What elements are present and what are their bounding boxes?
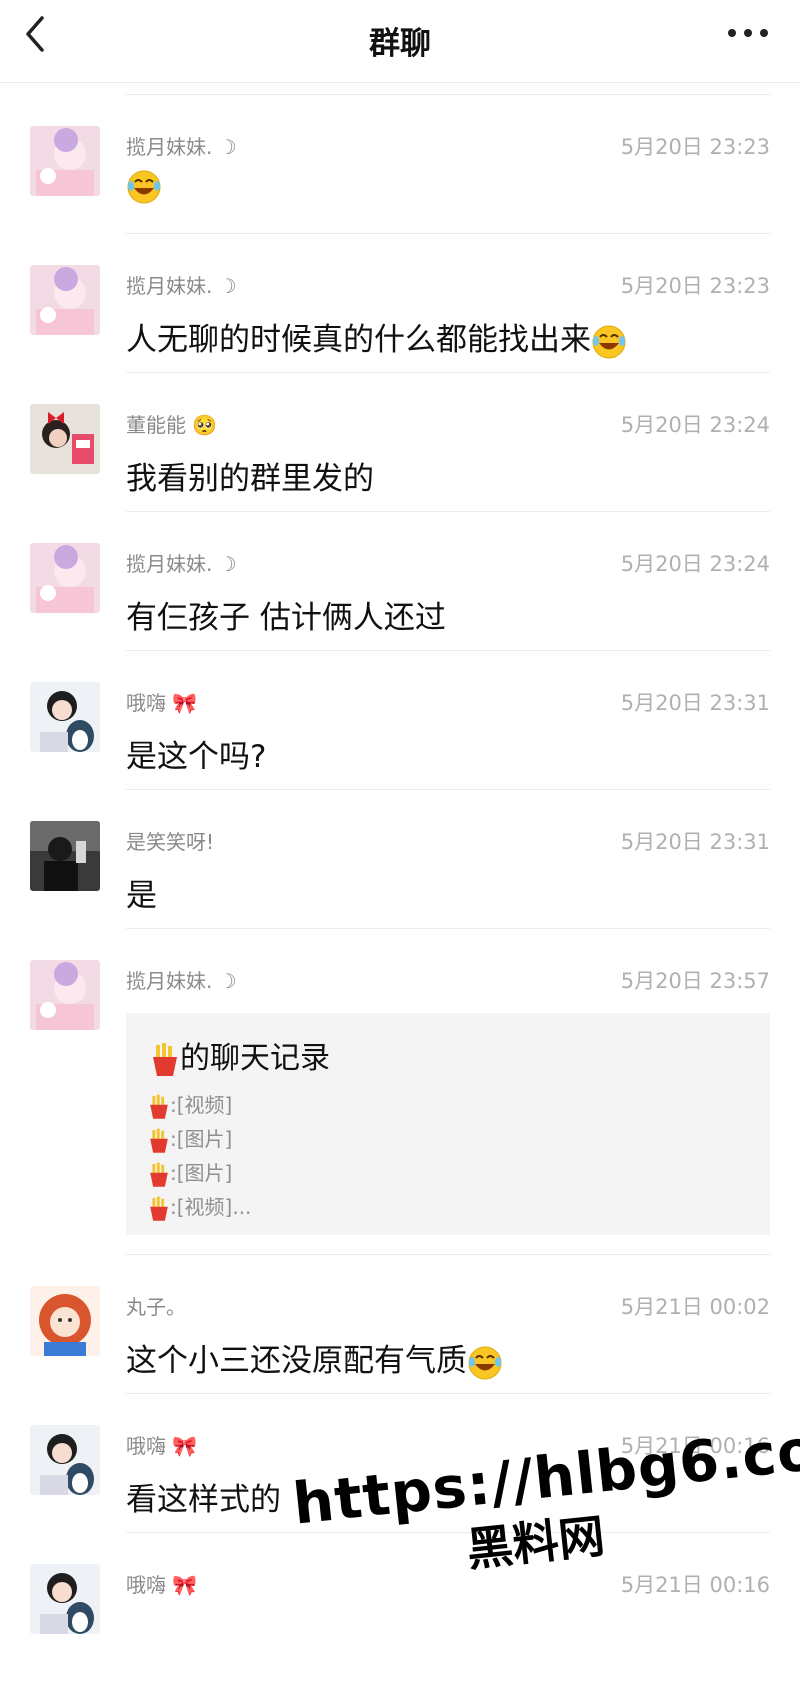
dark-photo-avatar[interactable] [30, 821, 100, 891]
chat-history-line: :[视频] [148, 1089, 232, 1120]
fries-icon [153, 1042, 177, 1076]
chat-history-line: :[图片] [148, 1123, 232, 1154]
fries-icon [150, 1094, 168, 1119]
message-text: 人无聊的时候真的什么都能找出来 [126, 314, 627, 360]
more-options-icon[interactable] [724, 18, 774, 48]
message-text: 看这样式的 [126, 1482, 281, 1518]
message-time: 5月20日 23:31 [620, 691, 770, 715]
message-item: 董能能 🥺 5月20日 23:24 我看别的群里发的 [30, 372, 770, 511]
girl-with-penguin-avatar[interactable] [30, 682, 100, 752]
chat-history-line: :[视频]... [148, 1191, 251, 1222]
message-time: 5月20日 23:31 [620, 830, 770, 854]
sender-name: 揽月妹妹. ☽ [126, 969, 237, 993]
message-time: 5月20日 23:24 [620, 413, 770, 437]
girl-with-penguin-avatar[interactable] [30, 1425, 100, 1495]
sender-name: 丸子。 [126, 1295, 186, 1319]
message-time: 5月20日 23:23 [620, 135, 770, 159]
sender-name: 是笑笑呀! [126, 830, 215, 854]
message-text: 这个小三还没原配有气质 [126, 1335, 503, 1381]
moon-icon: ☽ [212, 969, 237, 993]
message-item: 丸子。 5月21日 00:02 这个小三还没原配有气质 [30, 1254, 770, 1393]
message-time: 5月20日 23:24 [620, 552, 770, 576]
chat-history-line: :[图片] [148, 1157, 232, 1188]
sender-name: 哦嗨 🎀 [126, 1573, 198, 1597]
message-text: 是这个吗? [126, 739, 267, 775]
sender-name: 哦嗨 🎀 [126, 691, 198, 715]
laughing-emoji-icon [126, 167, 162, 205]
cute-emoji-icon: 🥺 [186, 413, 218, 437]
message-item: 揽月妹妹. ☽ 5月20日 23:24 有仨孩子 估计俩人还过 [30, 511, 770, 650]
sender-name: 董能能 🥺 [126, 413, 218, 437]
message-item: 揽月妹妹. ☽ 5月20日 23:23 [30, 94, 770, 233]
message-list: 揽月妹妹. ☽ 5月20日 23:23 揽月妹妹. ☽ 5月20日 23:23 … [0, 94, 800, 1634]
pink-bow-icon: 🎀 [166, 1573, 198, 1597]
girl-with-penguin-avatar[interactable] [30, 1564, 100, 1634]
laughing-emoji-icon [468, 1346, 502, 1379]
message-item: 是笑笑呀! 5月20日 23:31 是 [30, 789, 770, 928]
pink-bow-icon: 🎀 [166, 691, 198, 715]
sender-name: 揽月妹妹. ☽ [126, 274, 237, 298]
pink-anime-girl-avatar[interactable] [30, 126, 100, 196]
pink-anime-girl-avatar[interactable] [30, 543, 100, 613]
moon-icon: ☽ [212, 274, 237, 298]
fries-icon [150, 1196, 168, 1221]
laughing-emoji-icon [592, 325, 626, 358]
message-time: 5月20日 23:23 [620, 274, 770, 298]
message-text: 我看别的群里发的 [126, 461, 374, 497]
message-item: 揽月妹妹. ☽ 5月20日 23:57 的聊天记录 :[视频] :[图片] :[… [30, 928, 770, 1254]
girl-with-bow-photo-avatar[interactable] [30, 404, 100, 474]
moon-icon: ☽ [212, 552, 237, 576]
fries-icon [150, 1162, 168, 1187]
message-item: 揽月妹妹. ☽ 5月20日 23:23 人无聊的时候真的什么都能找出来 [30, 233, 770, 372]
message-item: 哦嗨 🎀 5月20日 23:31 是这个吗? [30, 650, 770, 789]
red-hair-cartoon-avatar[interactable] [30, 1286, 100, 1356]
fries-icon [150, 1128, 168, 1153]
sender-name: 哦嗨 🎀 [126, 1434, 198, 1458]
message-time: 5月20日 23:57 [620, 969, 770, 993]
pink-anime-girl-avatar[interactable] [30, 960, 100, 1030]
message-text: 有仨孩子 估计俩人还过 [126, 600, 446, 636]
message-text: 是 [126, 878, 157, 914]
page-title: 群聊 [369, 26, 431, 62]
pink-bow-icon: 🎀 [166, 1434, 198, 1458]
sender-name: 揽月妹妹. ☽ [126, 135, 237, 159]
message-time: 5月21日 00:02 [620, 1295, 770, 1319]
sender-name: 揽月妹妹. ☽ [126, 552, 237, 576]
pink-anime-girl-avatar[interactable] [30, 265, 100, 335]
chat-history-title: 的聊天记录 [150, 1033, 330, 1077]
moon-icon: ☽ [212, 135, 237, 159]
chat-history-card[interactable]: 的聊天记录 :[视频] :[图片] :[图片] :[视频]... [126, 1013, 770, 1235]
top-bar: 群聊 [0, 0, 800, 83]
